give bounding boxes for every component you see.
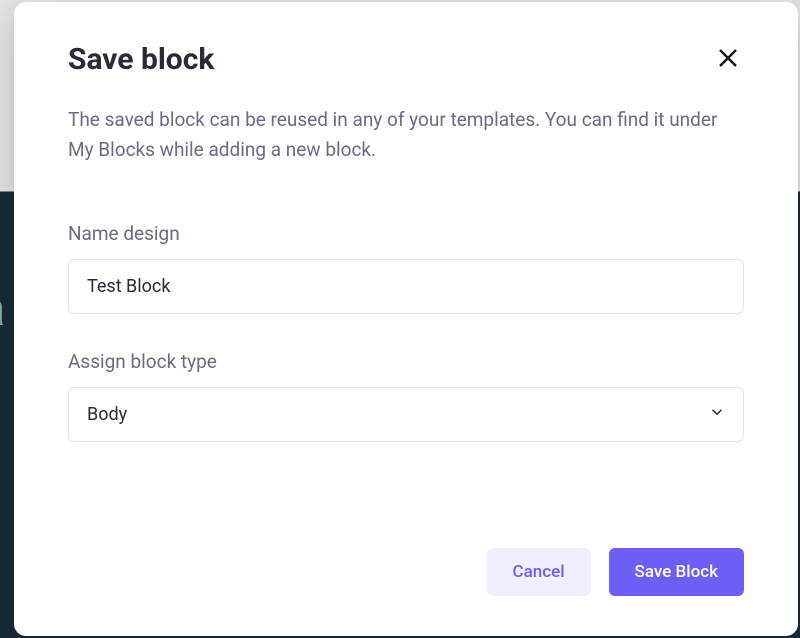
cancel-button[interactable]: Cancel (487, 548, 591, 596)
modal-title: Save block (68, 42, 214, 77)
block-type-select-wrapper: Body (68, 387, 744, 442)
block-type-label: Assign block type (68, 350, 744, 373)
save-block-button[interactable]: Save Block (609, 548, 744, 596)
name-design-input[interactable] (68, 259, 744, 314)
modal-footer: Cancel Save Block (68, 548, 744, 596)
block-type-select[interactable]: Body (68, 387, 744, 442)
close-icon (716, 46, 740, 73)
modal-header: Save block (68, 42, 744, 77)
name-design-group: Name design (68, 222, 744, 314)
backdrop-partial-text: a (0, 280, 6, 337)
modal-description: The saved block can be reused in any of … (68, 105, 744, 166)
name-design-label: Name design (68, 222, 744, 245)
close-button[interactable] (712, 42, 744, 77)
save-block-modal: Save block The saved block can be reused… (14, 2, 798, 636)
block-type-group: Assign block type Body (68, 350, 744, 442)
